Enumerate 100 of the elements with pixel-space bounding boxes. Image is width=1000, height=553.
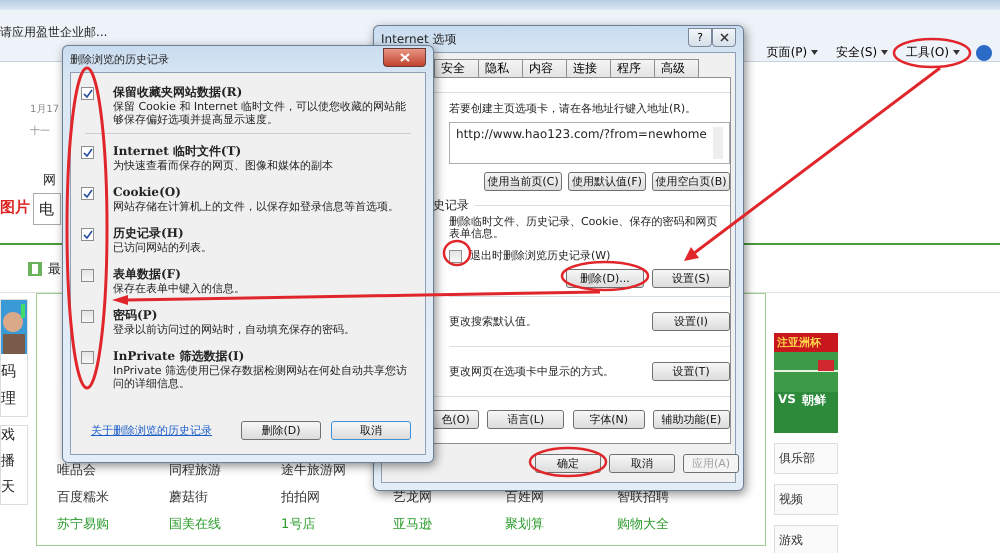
home-page-button[interactable]: 使用当前页(C) (484, 172, 562, 191)
option-label: 历史记录(H) (113, 226, 185, 241)
checkbox[interactable] (81, 87, 94, 100)
site-link[interactable]: 亚马逊 (393, 516, 432, 533)
option-description: 登录以前访问过的网站时，自动填充保存的密码。 (113, 323, 355, 336)
tab[interactable]: 程序 (610, 59, 655, 77)
tab[interactable]: 内容 (522, 59, 567, 77)
tabs-description: 更改网页在选项卡中显示的方式。 (449, 364, 614, 379)
option-label: 密码(P) (113, 308, 158, 323)
image-tab[interactable]: 图片 (0, 198, 30, 217)
option-description: InPrivate 筛选使用已保存数据检测网站在何处自动共享您访问的详细信息。 (113, 364, 408, 390)
site-link[interactable]: 国美在线 (169, 516, 221, 533)
caret-icon (881, 50, 888, 55)
window-title: Internet 选项 (381, 30, 456, 48)
site-link[interactable]: 百姓网 (505, 489, 544, 506)
site-link[interactable]: 购物大全 (617, 516, 669, 533)
asian-cup-banner[interactable]: 注亚洲杯 VS 朝鲜 (774, 333, 838, 433)
option-description: 保存在表单中键入的信息。 (113, 282, 245, 295)
site-link[interactable]: 百度糯米 (57, 489, 109, 506)
dialog-button[interactable]: 取消 (609, 454, 675, 472)
site-link[interactable]: 聚划算 (505, 516, 544, 533)
site-link[interactable]: 1号店 (281, 516, 316, 533)
close-icon (400, 52, 410, 62)
tabs-settings-button[interactable]: 设置(T) (652, 362, 730, 381)
command-menu[interactable]: 工具(O) (904, 44, 962, 61)
lunar-date: 十一 (30, 124, 50, 138)
site-link[interactable]: 艺龙网 (393, 489, 432, 506)
command-menu[interactable]: 安全(S) (834, 44, 890, 61)
site-link[interactable]: 蘑菇街 (169, 489, 208, 506)
option-description: 保留 Cookie 和 Internet 临时文件，可以使您收藏的网站能够保存偏好选项并提高显示速度。 (113, 100, 407, 126)
option-label: Internet 临时文件(T) (113, 144, 242, 159)
site-link[interactable]: 苏宁易购 (57, 516, 109, 533)
checkbox[interactable] (81, 269, 94, 282)
game-link[interactable]: 天 (1, 478, 27, 496)
search-label: 网 (43, 172, 56, 189)
date-text: 1月17 (30, 103, 60, 116)
site-link[interactable]: 途牛旅游网 (281, 462, 346, 479)
annotation-ellipse (442, 240, 472, 266)
checkbox[interactable] (81, 146, 94, 159)
window-title: 删除浏览的历史记录 (70, 52, 169, 66)
dialog-button[interactable]: 取消 (331, 421, 411, 440)
site-link[interactable]: 智联招聘 (617, 489, 669, 506)
option-label: 表单数据(F) (113, 267, 182, 282)
appearance-button[interactable]: 语言(L) (487, 410, 564, 429)
tab[interactable]: 隐私 (478, 59, 523, 77)
film-icon (28, 262, 42, 276)
team-name: 朝鲜 (802, 392, 826, 409)
checkbox[interactable] (81, 351, 94, 364)
option-label: 保留收藏夹网站数据(R) (113, 85, 244, 100)
sidebar-link[interactable]: 俱乐部 (774, 443, 838, 474)
close-button[interactable] (712, 28, 736, 46)
home-page-hint: 若要创建主页选项卡，请在各地址行键入地址(R)。 (449, 101, 698, 116)
option-description: 网站存储在计算机上的文件，以保存如登录信息等首选项。 (113, 200, 399, 213)
site-link[interactable]: 拍拍网 (281, 489, 320, 506)
tab[interactable]: 高级 (654, 59, 699, 77)
help-icon[interactable] (976, 44, 992, 60)
checkbox[interactable] (81, 228, 94, 241)
appearance-button[interactable]: 辅助功能(E) (652, 410, 730, 429)
history-button[interactable]: 删除(D)... (566, 269, 644, 288)
group-title: 史记录 (433, 197, 469, 214)
site-link[interactable]: 同程旅游 (169, 462, 221, 479)
option-label: InPrivate 筛选数据(I) (113, 349, 246, 364)
search-description: 更改搜索默认值。 (449, 314, 537, 329)
caret-icon (811, 50, 818, 55)
command-menu[interactable]: 页面(P) (764, 44, 820, 61)
help-button[interactable]: ? (688, 28, 712, 46)
game-link[interactable]: 戏 (1, 426, 27, 444)
favorites-link[interactable]: 请应用盈世企业邮... (0, 24, 108, 41)
option-description: 已访问网站的列表。 (113, 241, 212, 254)
history-button[interactable]: 设置(S) (652, 269, 730, 288)
sidebar-link[interactable]: 视频 (774, 484, 838, 515)
dialog-button[interactable]: 确定 (535, 454, 601, 472)
checkbox[interactable] (81, 310, 94, 323)
option-label: Cookie(O) (113, 185, 182, 200)
vs-text: VS (778, 392, 796, 408)
dialog-button[interactable]: 删除(D) (241, 421, 321, 440)
history-description: 删除临时文件、历史记录、Cookie、保存的密码和网页表单信息。 (449, 216, 718, 240)
profile-text: 码 (1, 362, 17, 381)
appearance-button[interactable]: 字体(N) (572, 410, 645, 429)
checkbox[interactable] (81, 187, 94, 200)
sidebar-link[interactable]: 游戏 (774, 525, 838, 553)
checkbox[interactable] (449, 250, 462, 263)
tab[interactable]: 连接 (566, 59, 611, 77)
option-description: 为快速查看而保存的网页、图像和媒体的副本 (113, 159, 333, 172)
close-button[interactable] (383, 48, 426, 66)
game-link[interactable]: 播 (1, 452, 27, 470)
profile-text: 理 (1, 389, 17, 408)
caret-icon (953, 50, 960, 55)
home-page-button[interactable]: 使用默认值(F) (568, 172, 646, 191)
search-settings-button[interactable]: 设置(I) (652, 312, 730, 331)
section-title: 最 (48, 260, 61, 278)
home-page-field[interactable]: http://www.hao123.com/?from=newhome (449, 122, 730, 164)
tab[interactable]: 安全 (434, 59, 479, 77)
checkbox-label: 退出时删除浏览历史记录(W) (470, 248, 610, 263)
close-icon (720, 32, 728, 42)
appearance-button[interactable]: 色(O) (432, 410, 479, 429)
home-page-button[interactable]: 使用空白页(B) (652, 172, 730, 191)
help-link[interactable]: 关于删除浏览的历史记录 (91, 423, 212, 438)
search-field[interactable]: 电 (33, 193, 61, 225)
site-link[interactable]: 唯品会 (57, 462, 96, 479)
